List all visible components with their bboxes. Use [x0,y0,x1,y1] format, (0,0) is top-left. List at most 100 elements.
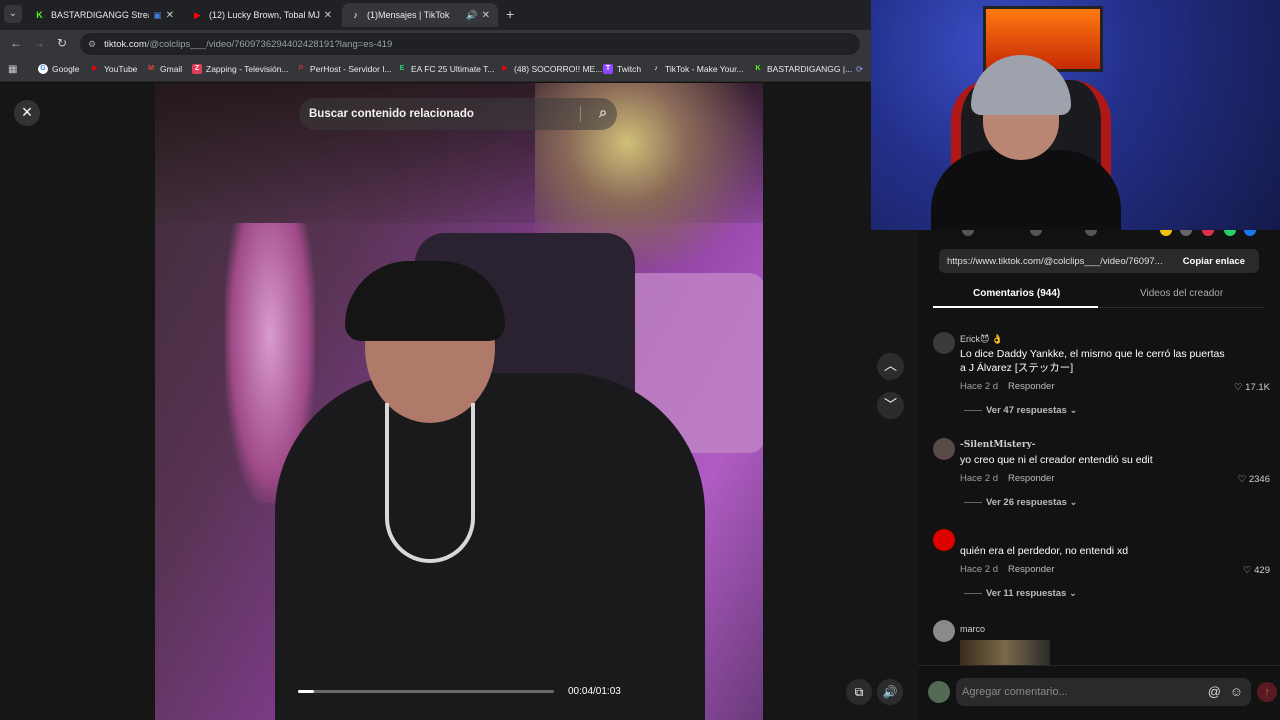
browser-toolbar: ← → ↻ ⚙ tiktok.com/@colclips___/video/76… [0,30,871,58]
avatar[interactable] [933,438,955,460]
youtube-icon: ▶ [502,65,508,72]
apps-grid-icon[interactable]: ▦ [8,64,17,75]
comment-username[interactable]: marco [960,624,985,634]
bookmark-perhost[interactable]: P PerHost - Servidor I... [296,64,392,74]
share-icon[interactable] [1160,230,1172,236]
like-button[interactable]: ♡ 429 [1243,565,1270,576]
browser-tab-2[interactable]: ▶ (12) Lucky Brown, Tobal MJ - ZO ✕ [184,3,340,27]
bookmark-twitch[interactable]: T Twitch [603,64,641,74]
related-search-input[interactable]: Buscar contenido relacionado ⌕ [299,98,617,130]
close-tab-icon[interactable]: ✕ [324,10,332,21]
emoji-icon[interactable]: ☺ [1230,678,1243,706]
bookmark-tiktok[interactable]: ♪ TikTok - Make Your... [651,64,743,74]
like-button[interactable]: ♡ 17.1K [1234,382,1270,393]
arrow-up-icon: ↑ [1264,686,1270,698]
share-icon[interactable] [1202,230,1214,236]
bookmark-label: PerHost - Servidor I... [310,64,392,74]
current-user-avatar[interactable] [928,681,950,703]
comment-time: Hace 2 d [960,564,999,575]
comment-username[interactable]: -SilentMistery- [960,440,1036,450]
share-link-text[interactable]: https://www.tiktok.com/@colclips___/vide… [939,256,1169,267]
back-arrow-icon[interactable]: ← [10,36,22,50]
comment-time: Hace 2 d [960,381,999,392]
view-replies-label: Ver 26 respuestas [986,497,1067,508]
like-count: 429 [1254,565,1270,576]
chevron-down-icon: ⌄ [1069,405,1078,416]
browser-tab-3[interactable]: ♪ (1)Mensajes | TikTok 🔊 ✕ [342,3,498,27]
share-link-box: https://www.tiktok.com/@colclips___/vide… [939,249,1259,273]
bookmark-gmail[interactable]: M Gmail [146,64,182,74]
tab-search-chevron-icon[interactable]: ⌄ [4,5,22,23]
chevron-up-icon: ︿ [883,358,897,373]
share-icon[interactable] [1030,230,1042,236]
search-icon[interactable]: ⌕ [599,104,607,121]
view-replies-button[interactable]: Ver 47 respuestas ⌄ [964,405,1077,416]
next-video-button[interactable]: ﹀ [877,392,904,419]
heart-icon: ♡ [1242,565,1252,576]
forward-arrow-icon[interactable]: → [33,36,45,50]
browser-tab-1[interactable]: K BASTARDIGANGG Stream - ▣ ✕ [26,3,182,27]
view-replies-button[interactable]: Ver 11 respuestas ⌄ [964,588,1077,599]
active-tab-indicator [933,306,1098,308]
view-replies-label: Ver 47 respuestas [986,405,1067,416]
site-settings-icon[interactable]: ⚙ [88,39,96,50]
share-icon[interactable] [1244,230,1256,236]
chevron-down-icon: ﹀ [883,397,897,412]
bookmark-youtube[interactable]: ▶ YouTube [90,64,137,74]
video-progress-fill [298,690,315,693]
share-icon[interactable] [1085,230,1097,236]
video-frame[interactable] [155,83,763,720]
avatar[interactable] [933,620,955,642]
bookmark-label: Zapping - Televisión... [206,64,289,74]
tab-title: (12) Lucky Brown, Tobal MJ - ZO [209,10,320,20]
close-icon: × [21,102,33,122]
close-video-button[interactable]: × [14,100,40,126]
copy-link-button[interactable]: Copiar enlace [1169,256,1259,267]
speaker-icon: 🔊 [882,685,898,699]
bookmark-socorro[interactable]: ▶ (48) SOCORRO!! ME... [500,64,602,74]
comment-sticker-image[interactable] [960,640,1050,665]
speaker-icon[interactable]: 🔊 [466,10,477,21]
comment-text: quién era el perdedor, no entendi xd [960,545,1129,557]
reply-button[interactable]: Responder [1008,564,1054,575]
share-icon[interactable] [1180,230,1192,236]
bookmark-label: YouTube [104,64,138,74]
search-divider [580,106,581,122]
address-bar[interactable]: ⚙ tiktok.com/@colclips___/video/76097362… [80,33,860,55]
video-progress-bar[interactable] [298,690,554,693]
volume-button[interactable]: 🔊 [877,679,903,705]
mention-icon[interactable]: @ [1208,678,1221,706]
avatar[interactable] [933,529,955,551]
close-tab-icon[interactable]: ✕ [166,10,174,21]
comment-meta: Hace 2 d Responder [960,473,1055,484]
tab-comments[interactable]: Comentarios (944) [973,288,1060,299]
tab-creator-videos[interactable]: Videos del creador [1140,288,1223,299]
reply-button[interactable]: Responder [1008,381,1054,392]
add-comment-input[interactable]: Agregar comentario... @ ☺ [956,678,1251,706]
bookmark-kick[interactable]: K BASTARDIGANGG |... [753,64,852,74]
like-button[interactable]: ♡ 2346 [1238,474,1270,485]
heart-icon: ♡ [1237,474,1247,485]
comment-username[interactable]: Erick😈 👌 [960,334,1003,345]
new-tab-plus-icon[interactable]: + [506,6,514,22]
previous-video-button[interactable]: ︿ [877,353,904,380]
bookmark-google[interactable]: G Google [38,64,79,74]
reload-icon[interactable]: ↻ [57,36,67,50]
reply-button[interactable]: Responder [1008,473,1054,484]
comment-list[interactable]: Erick😈 👌 Lo dice Daddy Yankke, el mismo … [918,320,1280,665]
close-tab-icon[interactable]: ✕ [482,10,490,21]
send-comment-button[interactable]: ↑ [1257,682,1277,702]
like-count: 2346 [1248,474,1270,485]
miniplayer-button[interactable]: ⧉ [846,679,872,705]
bookmark-eafc[interactable]: E EA FC 25 Ultimate T... [397,64,495,74]
webcam-person-body [931,150,1121,230]
view-replies-button[interactable]: Ver 26 respuestas ⌄ [964,497,1077,508]
url-path: /@colclips___/video/7609736294402428191?… [146,38,393,50]
bookmark-zapping[interactable]: Z Zapping - Televisión... [192,64,289,74]
share-icon[interactable] [962,230,974,236]
bookmarks-bar: ▦ G Google ▶ YouTube M Gmail Z Zapping - Tel… [0,58,871,82]
like-count: 17.1K [1245,382,1270,393]
edge-icon[interactable]: ⟳ [856,64,863,75]
share-icon[interactable] [1224,230,1236,236]
avatar[interactable] [933,332,955,354]
